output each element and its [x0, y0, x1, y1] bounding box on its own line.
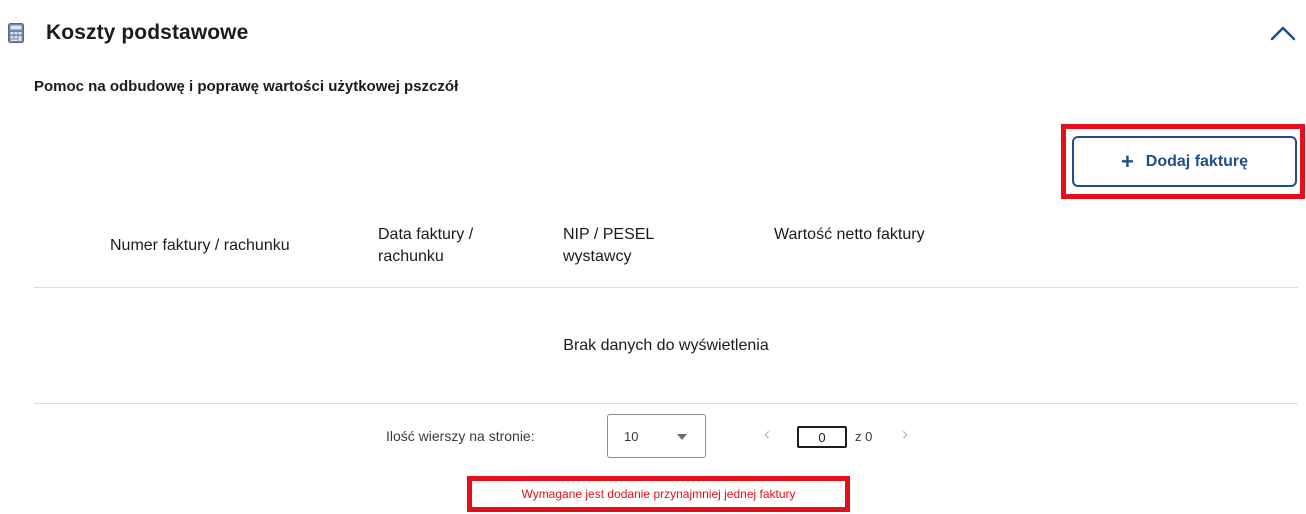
section-subtitle: Pomoc na odbudowę i poprawę wartości uży…	[34, 78, 459, 95]
rows-per-page-select[interactable]: 10	[607, 414, 706, 458]
add-invoice-button[interactable]: + Dodaj fakturę	[1072, 136, 1297, 187]
validation-error-frame: Wymagane jest dodanie przynajmniej jedne…	[467, 476, 850, 512]
collapse-button[interactable]	[1268, 20, 1298, 46]
rows-per-page-value: 10	[624, 428, 639, 444]
validation-error-message: Wymagane jest dodanie przynajmniej jedne…	[521, 487, 796, 501]
chevron-up-icon	[1270, 26, 1296, 41]
rows-per-page-label: Ilość wierszy na stronie:	[386, 428, 535, 444]
empty-table-message: Brak danych do wyświetlenia	[34, 288, 1298, 404]
page-number-input[interactable]	[797, 426, 847, 448]
previous-page-button[interactable]: ‹	[764, 424, 770, 444]
column-header-invoice-date[interactable]: Data faktury / rachunku	[378, 224, 528, 268]
column-header-issuer-nip[interactable]: NIP / PESEL wystawcy	[563, 224, 713, 268]
add-invoice-label: Dodaj fakturę	[1145, 152, 1249, 170]
plus-icon: +	[1120, 148, 1134, 174]
column-header-net-value[interactable]: Wartość netto faktury	[774, 224, 944, 246]
section-title: Koszty podstawowe	[46, 21, 249, 44]
chevron-down-icon	[677, 434, 687, 440]
page-total: z 0	[855, 429, 873, 444]
calculator-icon	[8, 23, 24, 43]
table-header: Numer faktury / rachunku Data faktury / …	[34, 222, 1298, 288]
next-page-button[interactable]: ›	[902, 424, 908, 444]
section-header: Koszty podstawowe	[8, 18, 1298, 48]
page: Koszty podstawowe Pomoc na odbudowę i po…	[0, 0, 1306, 514]
column-header-invoice-number[interactable]: Numer faktury / rachunku	[110, 235, 360, 257]
pagination: Ilość wierszy na stronie: 10 ‹ z 0 ›	[0, 414, 1306, 458]
